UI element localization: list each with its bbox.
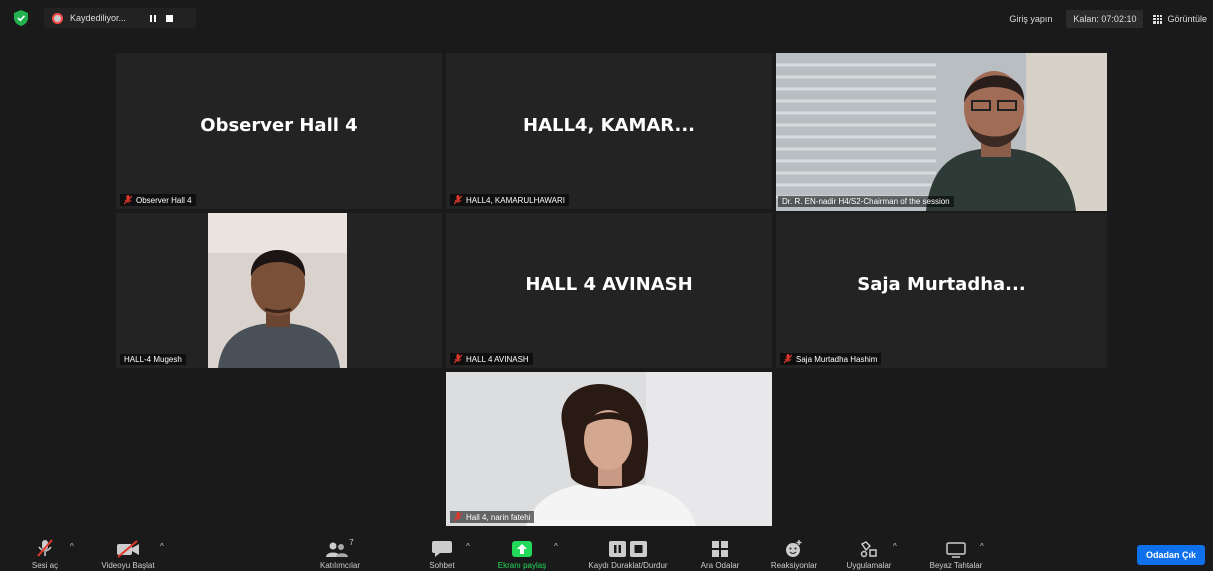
whiteboard-options-chevron-icon[interactable]: ^ <box>980 542 984 551</box>
whiteboards-label: Beyaz Tahtalar <box>929 561 983 570</box>
audio-options-chevron-icon[interactable]: ^ <box>70 542 74 551</box>
participant-name-display: HALL 4 AVINASH <box>525 274 693 295</box>
apps-icon <box>860 541 877 558</box>
participant-tile-chairman[interactable]: Dr. R. EN-nadir H4/S2-Chairman of the se… <box>776 53 1107 211</box>
chat-bubble-icon <box>432 541 452 557</box>
pause-stop-recording-button[interactable]: Kaydı Duraklat/Durdur <box>572 532 684 571</box>
participant-tile-observer[interactable]: Observer Hall 4 Observer Hall 4 <box>116 53 442 209</box>
participant-label-text: HALL4, KAMARULHAWARI <box>466 195 565 205</box>
recording-label: Kaydediliyor... <box>70 13 127 23</box>
participant-name-display: Observer Hall 4 <box>200 114 358 136</box>
view-button-label: Görüntüle <box>1167 14 1207 24</box>
participant-tile-saja[interactable]: Saja Murtadha... Saja Murtadha Hashim <box>776 213 1107 368</box>
participants-label: Katılımcılar <box>319 561 360 570</box>
share-screen-button[interactable]: Ekranı paylaş <box>490 532 554 571</box>
mic-muted-icon <box>784 354 792 364</box>
participant-label: Observer Hall 4 <box>120 194 196 206</box>
unmute-button[interactable]: Sesi aç <box>20 532 70 571</box>
breakout-rooms-icon <box>712 541 728 557</box>
breakout-rooms-button[interactable]: Ara Odalar <box>692 532 748 571</box>
participants-count: 7 <box>349 538 354 547</box>
recording-dot-icon <box>52 12 63 24</box>
pause-stop-recording-label: Kaydı Duraklat/Durdur <box>588 561 668 570</box>
whiteboard-icon <box>946 542 966 558</box>
chat-label: Sohbet <box>429 561 455 570</box>
share-screen-label: Ekranı paylaş <box>497 561 547 570</box>
participant-video-feed <box>446 372 772 526</box>
participant-label-text: HALL-4 Mugesh <box>124 355 182 364</box>
participants-icon <box>326 542 349 557</box>
recording-indicator: Kaydediliyor... <box>44 8 196 28</box>
start-video-label: Videoyu Başlat <box>101 561 155 570</box>
participant-label-text: Observer Hall 4 <box>136 195 192 205</box>
chat-options-chevron-icon[interactable]: ^ <box>466 542 470 551</box>
participant-tile-mugesh[interactable]: HALL-4 Mugesh <box>116 213 442 368</box>
apps-button[interactable]: Uygulamalar <box>836 532 902 571</box>
participant-name-display: HALL4, KAMAR... <box>523 114 695 136</box>
view-button[interactable]: Görüntüle <box>1153 14 1207 24</box>
stop-recording-icon[interactable] <box>166 14 173 22</box>
video-options-chevron-icon[interactable]: ^ <box>160 542 164 551</box>
participant-tile-narin[interactable]: Hall 4, narin fatehi <box>446 372 772 526</box>
reactions-button[interactable]: Reaksiyonlar <box>762 532 826 571</box>
apps-label: Uygulamalar <box>846 561 892 570</box>
start-video-button[interactable]: Videoyu Başlat <box>92 532 164 571</box>
participant-tile-kamarulhawari[interactable]: HALL4, KAMAR... HALL4, KAMARULHAWARI <box>446 53 772 209</box>
participant-name-display: Saja Murtadha... <box>857 274 1026 295</box>
top-right-controls: Giriş yapın Kalan: 07:02:10 Görüntüle <box>1009 10 1207 28</box>
whiteboards-button[interactable]: Beyaz Tahtalar <box>924 532 988 571</box>
reactions-label: Reaksiyonlar <box>770 561 818 570</box>
share-screen-icon <box>512 541 532 557</box>
share-options-chevron-icon[interactable]: ^ <box>554 542 558 551</box>
participant-label: Dr. R. EN-nadir H4/S2-Chairman of the se… <box>778 196 954 207</box>
apps-options-chevron-icon[interactable]: ^ <box>893 542 897 551</box>
meeting-toolbar: Sesi aç ^ Videoyu Başlat ^ 7 Katılımcıla… <box>0 532 1213 571</box>
security-shield-icon[interactable] <box>14 10 28 26</box>
pause-recording-icon[interactable] <box>150 14 158 22</box>
video-off-icon <box>117 540 139 558</box>
meeting-top-bar: Kaydediliyor... Giriş yapın Kalan: 07:02… <box>0 0 1213 36</box>
smiley-plus-icon <box>786 540 802 557</box>
participant-label: HALL-4 Mugesh <box>120 354 186 365</box>
mic-muted-icon <box>454 512 462 522</box>
participant-label: HALL4, KAMARULHAWARI <box>450 194 569 206</box>
mic-muted-icon <box>454 354 462 364</box>
participant-label: HALL 4 AVINASH <box>450 353 533 365</box>
mic-muted-icon <box>454 195 462 205</box>
participant-video-feed <box>776 53 1107 211</box>
remaining-time: Kalan: 07:02:10 <box>1066 10 1144 28</box>
mic-muted-icon <box>124 195 132 205</box>
leave-room-button[interactable]: Odadan Çık <box>1137 545 1205 565</box>
participant-tile-avinash[interactable]: HALL 4 AVINASH HALL 4 AVINASH <box>446 213 772 368</box>
participants-button[interactable]: 7 Katılımcılar <box>310 532 370 571</box>
pause-stop-icon <box>609 541 647 557</box>
signin-link[interactable]: Giriş yapın <box>1009 14 1052 24</box>
participant-label-text: Saja Murtadha Hashim <box>796 354 878 364</box>
chat-button[interactable]: Sohbet <box>420 532 464 571</box>
participant-label-text: Hall 4, narin fatehi <box>466 512 531 522</box>
participant-video-feed <box>208 213 347 368</box>
participant-label: Saja Murtadha Hashim <box>780 353 882 365</box>
breakout-rooms-label: Ara Odalar <box>700 561 740 570</box>
unmute-label: Sesi aç <box>31 561 59 570</box>
participant-label-text: Dr. R. EN-nadir H4/S2-Chairman of the se… <box>782 197 950 206</box>
mic-muted-icon <box>37 539 53 557</box>
participant-label-text: HALL 4 AVINASH <box>466 354 529 364</box>
grid-view-icon <box>1153 14 1163 24</box>
participant-label: Hall 4, narin fatehi <box>450 511 535 523</box>
